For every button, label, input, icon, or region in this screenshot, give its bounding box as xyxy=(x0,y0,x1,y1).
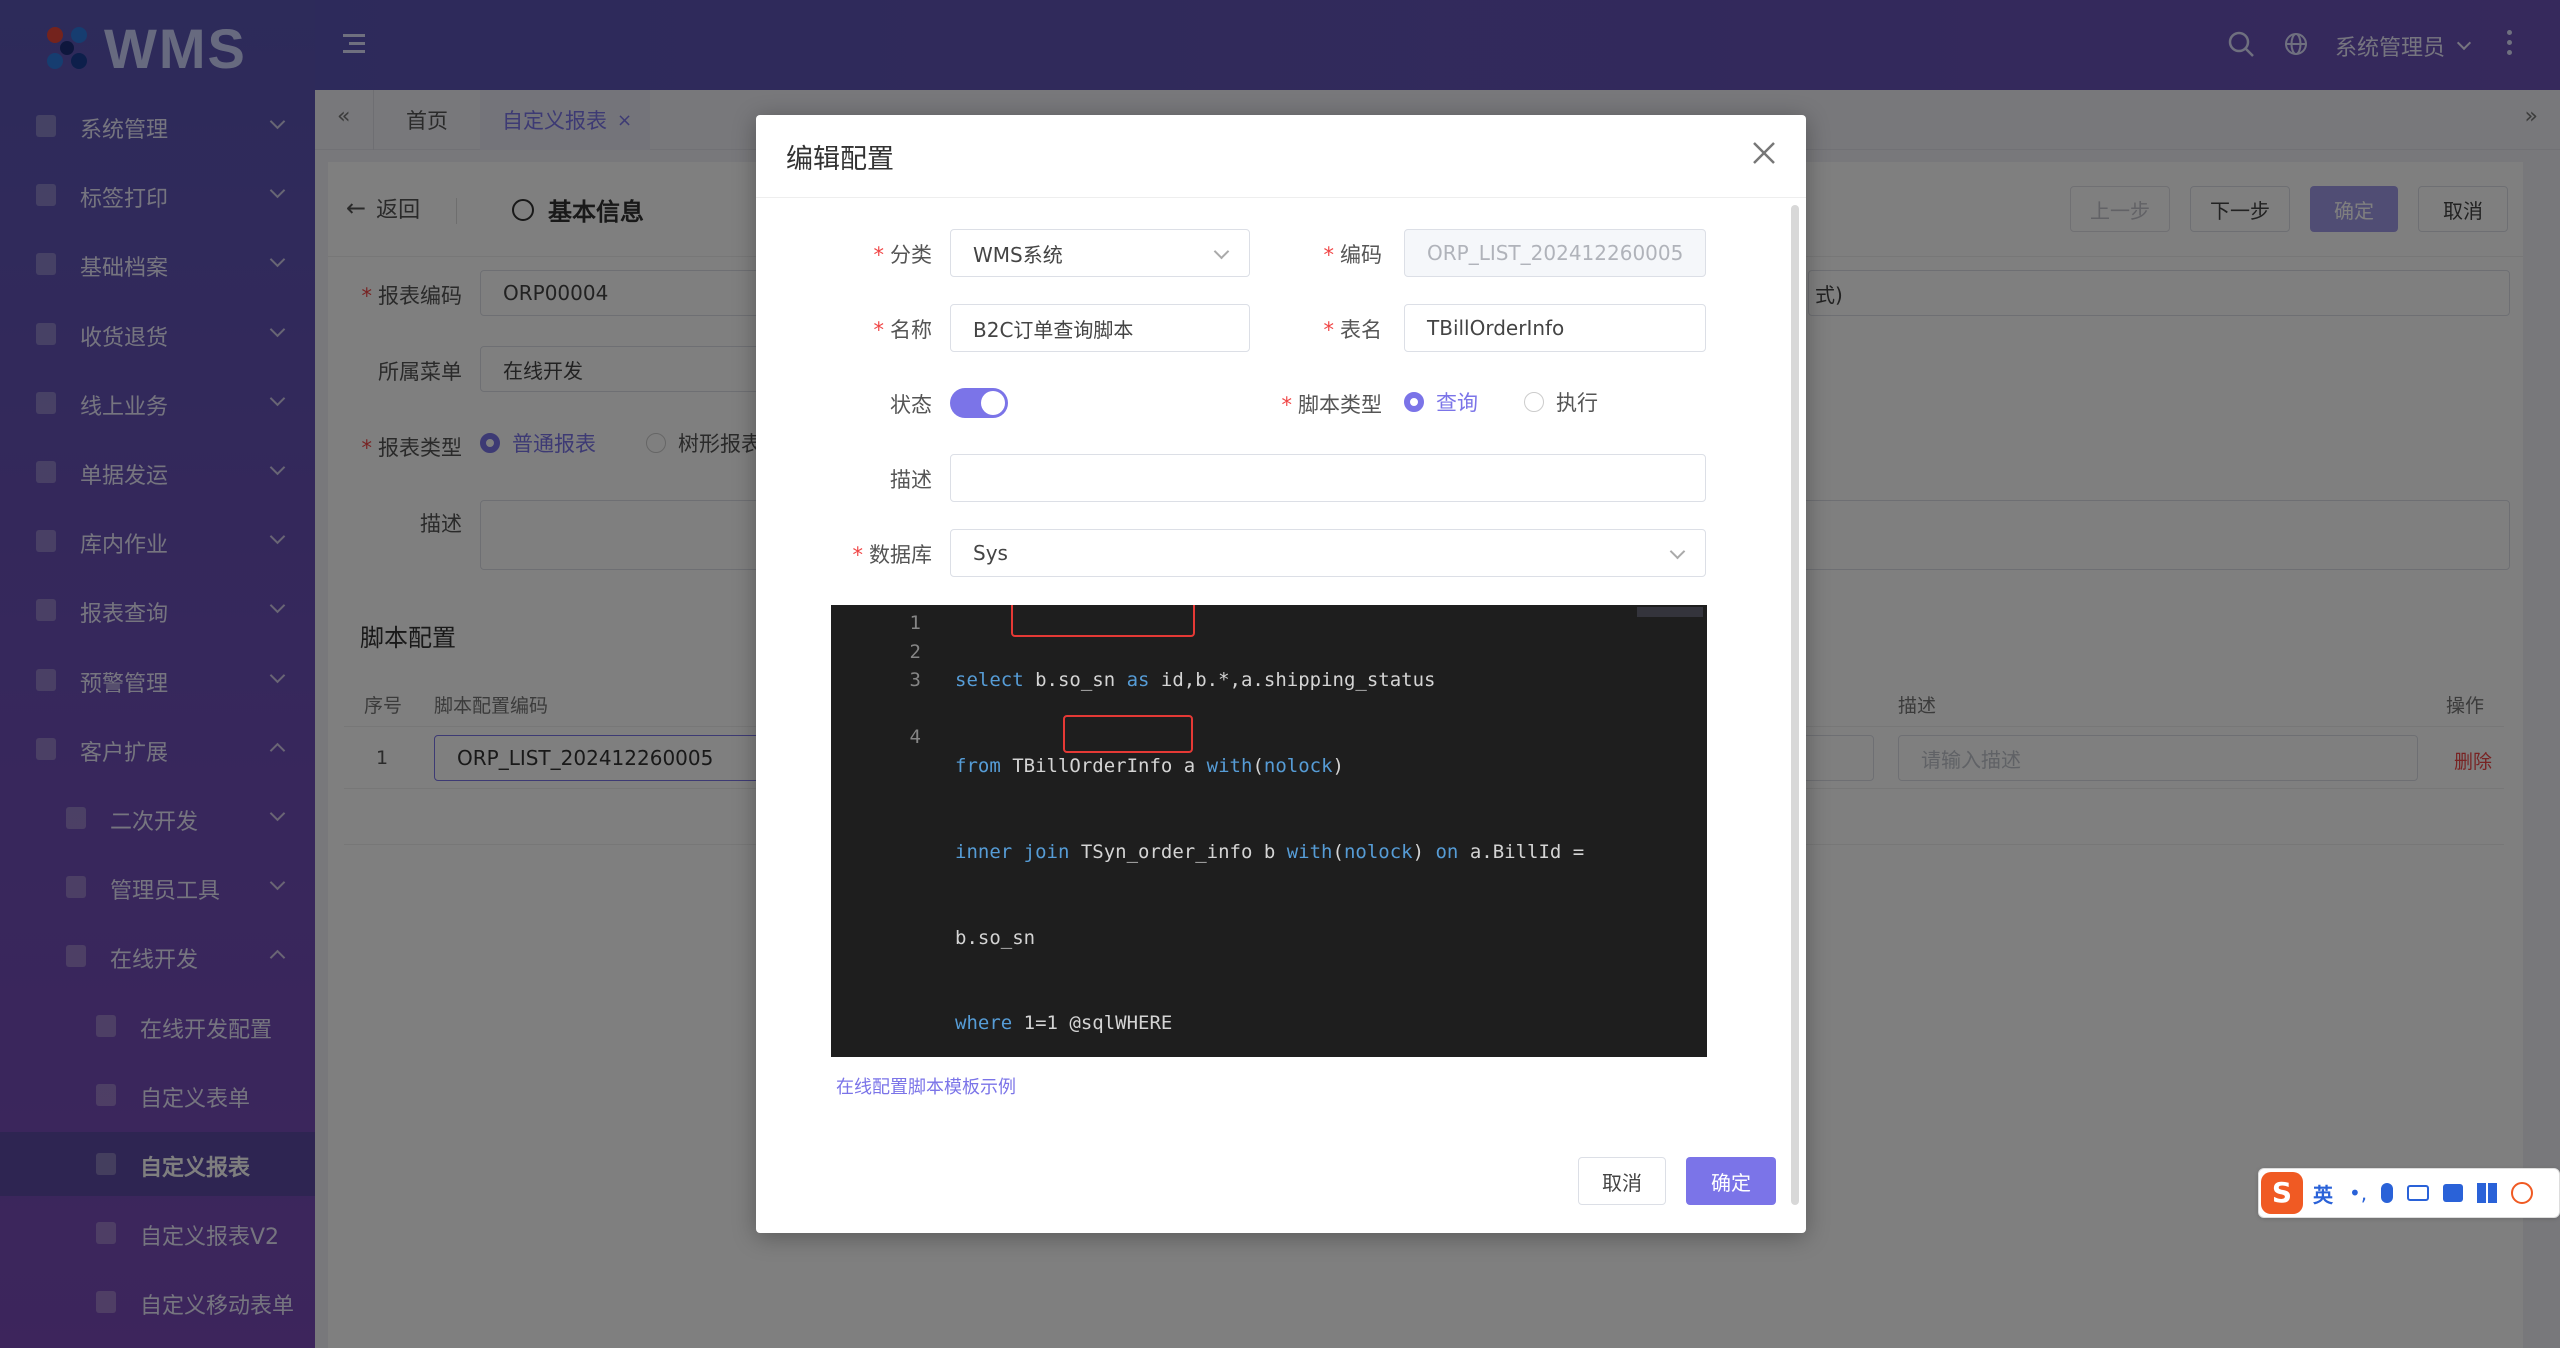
database-select[interactable]: Sys xyxy=(950,529,1706,577)
modal-confirm-label: 确定 xyxy=(1711,1170,1751,1195)
code-editor[interactable]: 1 2 3 4 select b.so_sn as id,b.*,a.shipp… xyxy=(831,605,1707,1057)
skin-icon[interactable] xyxy=(2443,1184,2464,1202)
database-label: * 数据库 xyxy=(852,543,933,567)
modal-cancel-button[interactable]: 取消 xyxy=(1578,1157,1666,1205)
keyboard-icon[interactable] xyxy=(2407,1185,2430,1201)
code-input: ORP_LIST_202412260005 xyxy=(1404,229,1706,277)
category-select[interactable]: WMS系统 xyxy=(950,229,1250,277)
ime-language[interactable]: 英 xyxy=(2313,1179,2333,1208)
modal-scrollbar[interactable] xyxy=(1791,205,1799,1205)
modal-header-divider xyxy=(756,197,1806,198)
editor-gutter: 1 2 3 4 xyxy=(909,612,921,749)
code-label: * 编码 xyxy=(1323,243,1383,267)
modal-description-label: 描述 xyxy=(890,468,932,492)
radio-unchecked-icon xyxy=(1524,392,1544,412)
toolbox-icon[interactable] xyxy=(2477,1183,2498,1203)
table-name-input[interactable]: TBillOrderInfo xyxy=(1404,304,1706,352)
toggle-knob xyxy=(981,391,1005,415)
close-icon[interactable] xyxy=(1750,139,1778,167)
table-name-label: * 表名 xyxy=(1323,318,1383,342)
edit-config-modal: 编辑配置 * 分类 WMS系统 * 编码 ORP_LIST_202412260005… xyxy=(756,115,1806,1233)
category-label: * 分类 xyxy=(873,243,933,267)
modal-description-input[interactable] xyxy=(950,454,1706,502)
script-type-label: * 脚本类型 xyxy=(1281,393,1383,417)
ime-mascot-icon[interactable] xyxy=(2511,1182,2534,1204)
chevron-down-icon xyxy=(1213,243,1230,260)
punctuation-icon[interactable]: •, xyxy=(2349,1181,2367,1205)
modal-title: 编辑配置 xyxy=(786,144,894,175)
microphone-icon[interactable] xyxy=(2381,1183,2394,1203)
modal-cancel-label: 取消 xyxy=(1602,1170,1642,1195)
modal-confirm-button[interactable]: 确定 xyxy=(1686,1157,1776,1205)
template-example-link[interactable]: 在线配置脚本模板示例 xyxy=(836,1073,1016,1099)
chevron-down-icon xyxy=(1669,543,1686,560)
script-type-radio-execute[interactable]: 执行 xyxy=(1524,387,1598,417)
radio-checked-icon xyxy=(1404,392,1424,412)
editor-code: select b.so_sn as id,b.*,a.shipping_stat… xyxy=(955,669,1585,1035)
name-label: * 名称 xyxy=(873,318,933,342)
status-label: 状态 xyxy=(890,393,932,417)
sogou-logo-icon[interactable]: S xyxy=(2261,1172,2303,1214)
name-input[interactable]: B2C订单查询脚本 xyxy=(950,304,1250,352)
highlight-box-select xyxy=(1011,605,1195,637)
status-toggle[interactable] xyxy=(950,388,1008,418)
highlight-box-where xyxy=(1063,715,1193,753)
ime-toolbar[interactable]: S 英 •, xyxy=(2258,1168,2560,1218)
script-type-radio-query[interactable]: 查询 xyxy=(1404,387,1478,417)
